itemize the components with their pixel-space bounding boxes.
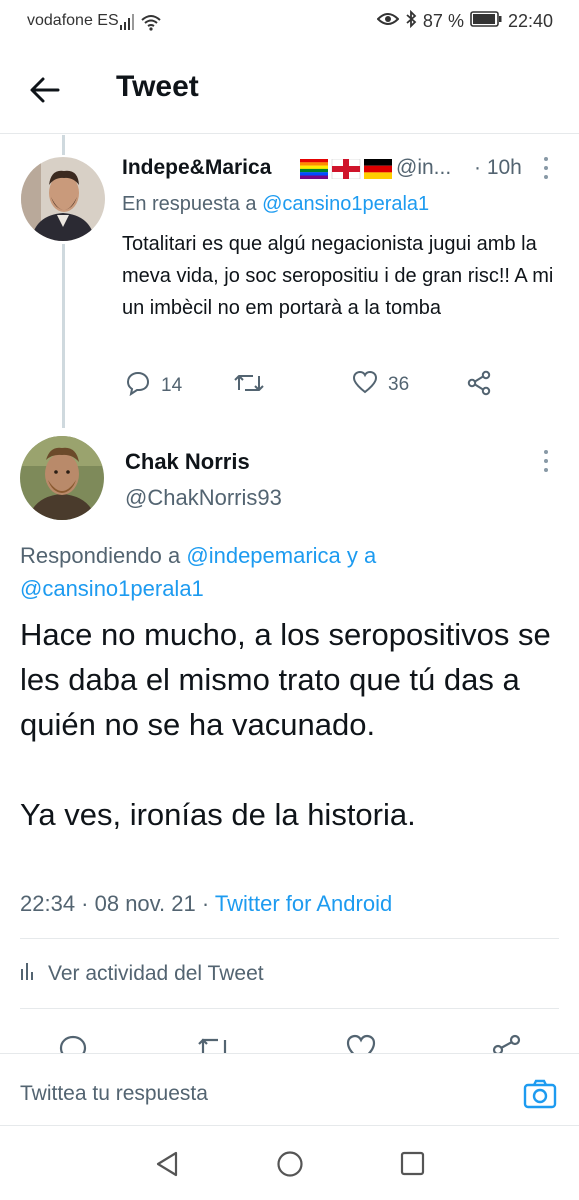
retweet-icon[interactable] [196,1033,232,1054]
tweet-timestamp: 22:34 · 08 nov. 21 · [20,891,210,916]
tweet-actions [0,1028,579,1054]
reply-count: 14 [161,375,183,396]
author-handle[interactable]: @ChakNorris93 [125,485,282,511]
signal-wifi-icons [118,12,164,37]
battery-icon [470,11,502,32]
mention-link[interactable]: @cansino1perala1 [262,193,429,215]
view-activity-button[interactable]: Ver actividad del Tweet [20,961,264,987]
view-activity-label: Ver actividad del Tweet [48,962,264,985]
avatar[interactable] [20,436,104,520]
reply-input[interactable]: Twittea tu respuesta [20,1082,208,1106]
retweet-button[interactable] [233,370,265,402]
share-button[interactable] [466,370,492,402]
like-icon [352,370,378,400]
flag-emojis [300,159,392,179]
reply-icon [125,370,151,402]
tweet-source-link[interactable]: Twitter for Android [215,891,392,916]
reply-button[interactable]: 14 [125,370,182,402]
avatar[interactable] [21,157,105,241]
nav-home-icon[interactable] [276,1150,304,1183]
reply-context: Respondiendo a @indepemarica y a @cansin… [20,539,560,605]
back-arrow-icon[interactable] [28,74,62,106]
tweet-paragraph: Hace no mucho, a los seropositivos se le… [20,617,551,742]
camera-icon[interactable] [523,1078,557,1110]
retweet-icon [233,370,265,402]
clock: 22:40 [507,11,553,31]
reply-join: y a [346,543,377,568]
battery-percent: 87 % [422,11,464,31]
tweet-paragraph: Ya ves, ironías de la historia. [20,797,416,832]
top-app-bar: Tweet [0,44,579,134]
divider [20,1008,559,1009]
stats-icon [20,961,36,987]
tweet-text: Hace no mucho, a los seropositivos se le… [20,612,570,837]
more-icon[interactable] [542,157,550,179]
share-icon [466,370,492,402]
author-handle[interactable]: @in... [396,156,451,180]
reply-prefix: En respuesta a [122,193,257,215]
like-button[interactable]: 36 [352,370,409,400]
reply-prefix: Respondiendo a [20,543,181,568]
reply-icon[interactable] [57,1033,89,1054]
like-count: 36 [388,374,410,395]
nav-recents-icon[interactable] [400,1150,426,1183]
author-name[interactable]: Chak Norris [125,449,250,475]
system-nav-bar [0,1126,579,1200]
reply-context: En respuesta a @cansino1perala1 [122,193,429,216]
mention-link[interactable]: @indepemarica [186,543,340,568]
thread-line-top [62,135,65,155]
share-icon[interactable] [491,1033,523,1054]
tweet-meta: 22:34 · 08 nov. 21 · Twitter for Android [20,891,392,917]
thread-line [62,244,65,428]
divider [20,938,559,939]
mention-link[interactable]: @cansino1perala1 [20,576,204,601]
tweet-time: · 10h [474,156,522,179]
page-title: Tweet [116,70,199,103]
status-bar: vodafone ES 87 % 22:40 [0,0,579,44]
eye-icon [376,11,400,32]
carrier-label: vodafone ES [27,12,119,29]
reply-composer: Twittea tu respuesta [0,1053,579,1126]
bluetooth-icon [405,9,417,33]
author-name[interactable]: Indepe&Marica [122,156,271,180]
tweet-text: Totalitari es que algú negacionista jugu… [122,233,554,319]
nav-back-icon[interactable] [154,1150,180,1183]
like-icon[interactable] [345,1033,377,1054]
more-icon[interactable] [542,450,550,472]
